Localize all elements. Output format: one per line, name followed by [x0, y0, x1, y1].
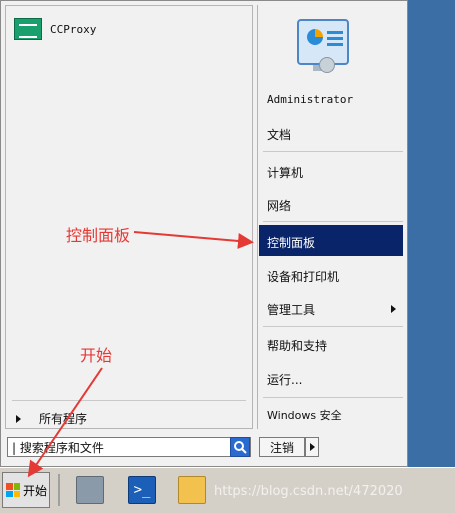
search-icon	[234, 441, 247, 454]
chevron-right-icon	[309, 443, 315, 451]
all-programs-button[interactable]: 所有程序	[16, 410, 87, 427]
bar-line-icon	[327, 31, 343, 34]
control-panel-link[interactable]: 控制面板	[267, 234, 315, 251]
chevron-right-icon	[16, 414, 21, 423]
search-input-value: | 搜索程序和文件	[12, 440, 104, 455]
explorer-folder-icon[interactable]	[178, 476, 206, 504]
watermark-text: https://blog.csdn.net/472020	[214, 484, 403, 499]
search-button[interactable]	[230, 437, 250, 457]
annotation-control-panel: 控制面板	[66, 226, 131, 245]
right-pane-separator	[263, 326, 403, 327]
pie-chart-icon	[307, 29, 323, 45]
shutdown-options-button[interactable]	[305, 437, 319, 457]
computer-link[interactable]: 计算机	[267, 164, 303, 181]
submenu-arrow-icon	[391, 305, 396, 313]
right-pane-separator	[263, 151, 403, 152]
start-menu: CCProxy 所有程序 Administrator 文档 计算机 网络 控制面…	[0, 0, 408, 467]
admin-tools-link[interactable]: 管理工具	[267, 301, 315, 318]
start-button[interactable]: 开始	[2, 472, 50, 508]
server-manager-icon[interactable]	[76, 476, 104, 504]
logoff-button-label: 注销	[269, 440, 294, 455]
devices-printers-link[interactable]: 设备和打印机	[267, 268, 339, 285]
pinned-program-ccproxy[interactable]: CCProxy	[14, 18, 96, 40]
right-pane-separator	[263, 221, 403, 222]
bar-line-icon	[327, 43, 343, 46]
bar-line-icon	[327, 37, 343, 40]
ccproxy-icon	[14, 18, 42, 40]
network-link[interactable]: 网络	[267, 197, 291, 214]
annotation-start: 开始	[80, 346, 113, 365]
start-button-label: 开始	[23, 483, 48, 498]
right-pane-separator	[263, 397, 403, 398]
taskbar-separator	[58, 474, 60, 506]
logoff-button[interactable]: 注销	[259, 437, 305, 457]
all-programs-separator	[12, 400, 246, 401]
start-menu-left-pane: CCProxy 所有程序	[5, 5, 253, 429]
user-name-link[interactable]: Administrator	[267, 93, 353, 106]
windows-security-link[interactable]: Windows 安全	[267, 407, 342, 423]
documents-link[interactable]: 文档	[267, 126, 291, 143]
run-link[interactable]: 运行...	[267, 371, 302, 388]
powershell-icon[interactable]: >_	[128, 476, 156, 504]
search-input[interactable]: | 搜索程序和文件	[7, 437, 251, 457]
all-programs-label: 所有程序	[39, 412, 88, 426]
windows-logo-icon	[6, 483, 20, 497]
help-support-link[interactable]: 帮助和支持	[267, 337, 327, 354]
pinned-program-label: CCProxy	[50, 22, 97, 36]
user-picture-knob	[319, 57, 335, 73]
